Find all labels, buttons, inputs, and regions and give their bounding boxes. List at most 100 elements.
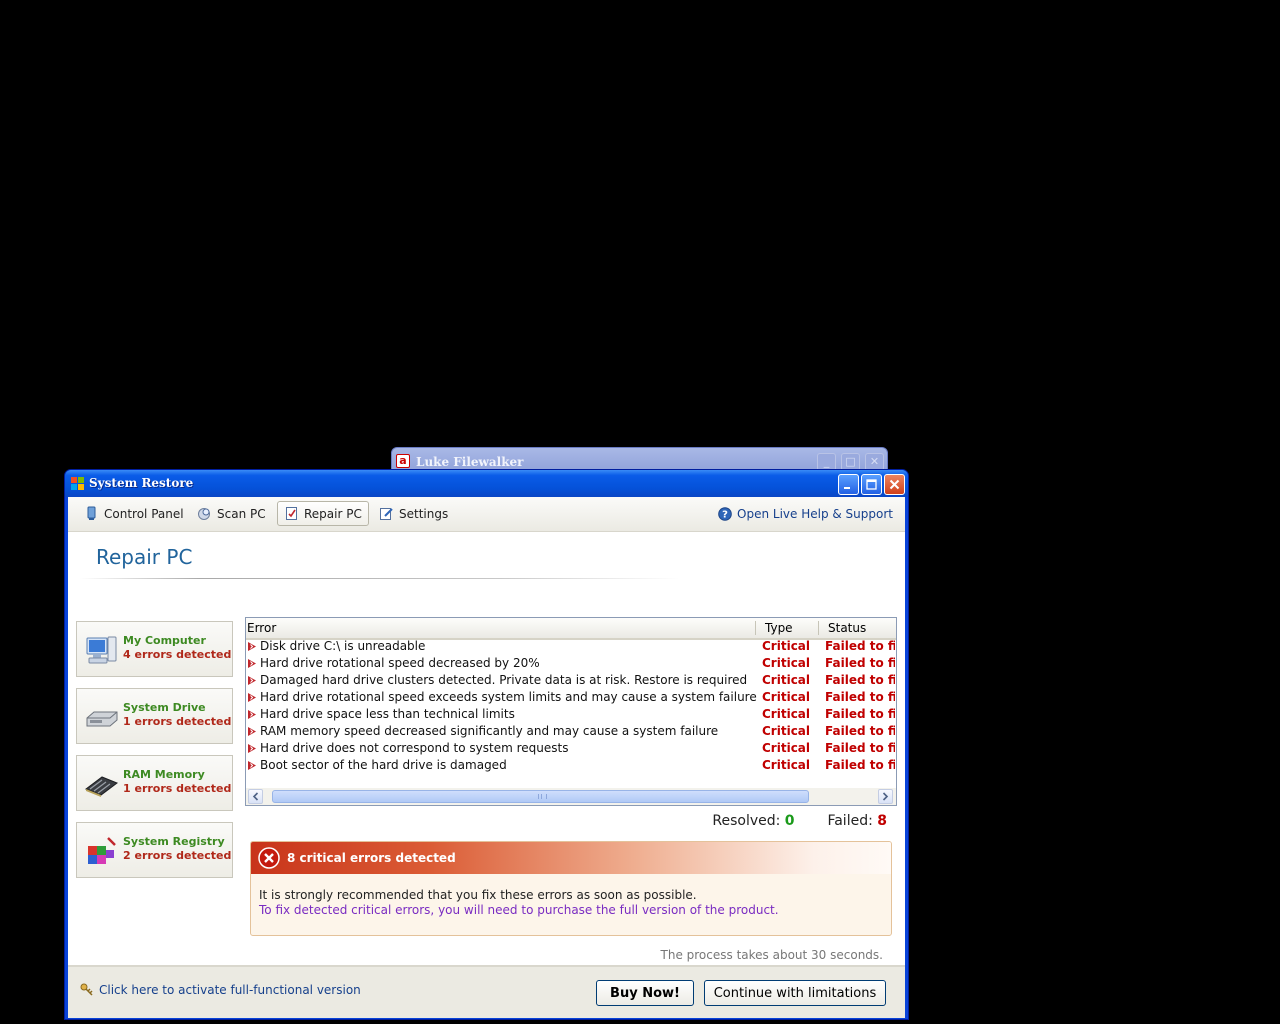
error-status: Failed to fix — [825, 758, 895, 772]
alert-title: 8 critical errors detected — [287, 851, 456, 865]
title-bar[interactable]: System Restore — [65, 470, 908, 497]
category-system-registry[interactable]: System Registry 2 errors detected — [76, 822, 233, 878]
error-status: Failed to fix — [825, 707, 895, 721]
error-type: Critical — [762, 741, 811, 755]
error-type: Critical — [762, 639, 811, 653]
error-icon — [258, 847, 280, 869]
settings-icon — [380, 508, 393, 520]
error-text: Boot sector of the hard drive is damaged — [260, 758, 507, 772]
error-marker-icon — [248, 727, 256, 736]
column-header-status[interactable]: Status — [828, 621, 866, 635]
error-status: Failed to fix — [825, 724, 895, 738]
repair-counts: Resolved: 0 Failed: 8 — [712, 813, 887, 829]
error-status: Failed to fix — [825, 673, 895, 687]
error-text: Hard drive rotational speed exceeds syst… — [260, 690, 757, 704]
table-row[interactable]: Damaged hard drive clusters detected. Pr… — [246, 672, 896, 689]
hard-drive-icon — [86, 711, 118, 727]
ram-icon — [84, 776, 119, 797]
category-errors: 1 errors detected — [123, 782, 232, 795]
chevron-right-icon — [882, 792, 889, 801]
tab-settings[interactable]: Settings — [373, 501, 454, 526]
error-type: Critical — [762, 656, 811, 670]
error-list[interactable]: Error Type Status Disk drive C:\ is unre… — [245, 617, 897, 806]
error-text: RAM memory speed decreased significantly… — [260, 724, 719, 738]
category-errors: 1 errors detected — [123, 715, 232, 728]
registry-icon — [88, 837, 116, 864]
column-separator[interactable] — [818, 621, 819, 635]
tab-label: Repair PC — [304, 506, 362, 521]
minimize-button[interactable] — [838, 474, 859, 495]
tab-scan-pc[interactable]: Scan PC — [191, 501, 272, 526]
alert-message: It is strongly recommended that you fix … — [259, 888, 697, 902]
error-text: Hard drive rotational speed decreased by… — [260, 656, 540, 670]
table-row[interactable]: Hard drive does not correspond to system… — [246, 740, 896, 757]
help-label: Open Live Help & Support — [737, 506, 893, 521]
app-logo-icon: a — [396, 454, 410, 468]
error-marker-icon — [248, 642, 256, 651]
system-restore-window: System Restore Control Panel Scan PC Rep… — [64, 469, 909, 1020]
tab-label: Settings — [399, 506, 449, 521]
category-name: System Drive — [123, 701, 206, 714]
category-ram-memory[interactable]: RAM Memory 1 errors detected — [76, 755, 233, 811]
table-row[interactable]: Hard drive rotational speed decreased by… — [246, 655, 896, 672]
page-title: Repair PC — [96, 545, 193, 569]
maximize-button[interactable] — [861, 474, 882, 495]
scroll-grip — [538, 794, 547, 799]
scan-icon — [198, 508, 210, 520]
error-rows: Disk drive C:\ is unreadable Critical Fa… — [246, 638, 896, 774]
category-errors: 2 errors detected — [123, 849, 232, 862]
category-name: System Registry — [123, 835, 225, 848]
window-client-area: Control Panel Scan PC Repair PC Settings… — [68, 497, 905, 1018]
error-marker-icon — [248, 676, 256, 685]
activate-link[interactable]: Click here to activate full-functional v… — [80, 983, 361, 997]
tab-control-panel[interactable]: Control Panel — [78, 501, 190, 526]
toolbar: Control Panel Scan PC Repair PC Settings… — [68, 497, 905, 532]
scroll-left-button[interactable] — [248, 789, 263, 804]
resolved-label: Resolved: — [712, 813, 781, 829]
category-errors: 4 errors detected — [123, 648, 232, 661]
table-row[interactable]: Hard drive space less than technical lim… — [246, 706, 896, 723]
key-icon — [80, 983, 93, 996]
process-note: The process takes about 30 seconds. — [660, 948, 883, 962]
error-type: Critical — [762, 724, 811, 738]
scroll-thumb[interactable] — [272, 790, 809, 803]
horizontal-scrollbar[interactable] — [246, 788, 896, 805]
error-type: Critical — [762, 673, 811, 687]
help-icon: ? — [718, 506, 732, 521]
error-marker-icon — [248, 761, 256, 770]
background-window-title: Luke Filewalker — [416, 455, 524, 469]
minimize-icon — [844, 487, 850, 489]
category-my-computer[interactable]: My Computer 4 errors detected — [76, 621, 233, 677]
table-row[interactable]: RAM memory speed decreased significantly… — [246, 723, 896, 740]
error-status: Failed to fix — [825, 639, 895, 653]
window-title: System Restore — [89, 476, 194, 490]
continue-button[interactable]: Continue with limitations — [704, 980, 886, 1006]
error-list-header: Error Type Status — [246, 618, 896, 640]
maximize-icon — [866, 479, 877, 490]
error-marker-icon — [248, 710, 256, 719]
table-row[interactable]: Hard drive rotational speed exceeds syst… — [246, 689, 896, 706]
table-row[interactable]: Disk drive C:\ is unreadable Critical Fa… — [246, 638, 896, 655]
close-button[interactable] — [884, 474, 905, 495]
category-system-drive[interactable]: System Drive 1 errors detected — [76, 688, 233, 744]
column-header-type[interactable]: Type — [765, 621, 793, 635]
failed-label: Failed: — [827, 813, 873, 829]
windows-logo-icon — [71, 477, 84, 490]
table-row[interactable]: Boot sector of the hard drive is damaged… — [246, 757, 896, 774]
column-header-error[interactable]: Error — [247, 621, 276, 635]
alert-purchase-note: To fix detected critical errors, you wil… — [259, 903, 779, 917]
tab-repair-pc[interactable]: Repair PC — [277, 501, 369, 526]
buy-now-button[interactable]: Buy Now! — [596, 980, 694, 1006]
error-text: Disk drive C:\ is unreadable — [260, 639, 426, 653]
error-type: Critical — [762, 758, 811, 772]
error-marker-icon — [248, 659, 256, 668]
close-icon — [889, 479, 900, 490]
error-marker-icon — [248, 744, 256, 753]
scroll-right-button[interactable] — [878, 789, 893, 804]
category-name: My Computer — [123, 634, 206, 647]
failed-count: 8 — [877, 813, 887, 829]
live-help-link[interactable]: ? Open Live Help & Support — [718, 501, 893, 526]
tab-label: Control Panel — [104, 506, 184, 521]
column-separator[interactable] — [755, 621, 756, 635]
repair-icon — [286, 507, 297, 520]
